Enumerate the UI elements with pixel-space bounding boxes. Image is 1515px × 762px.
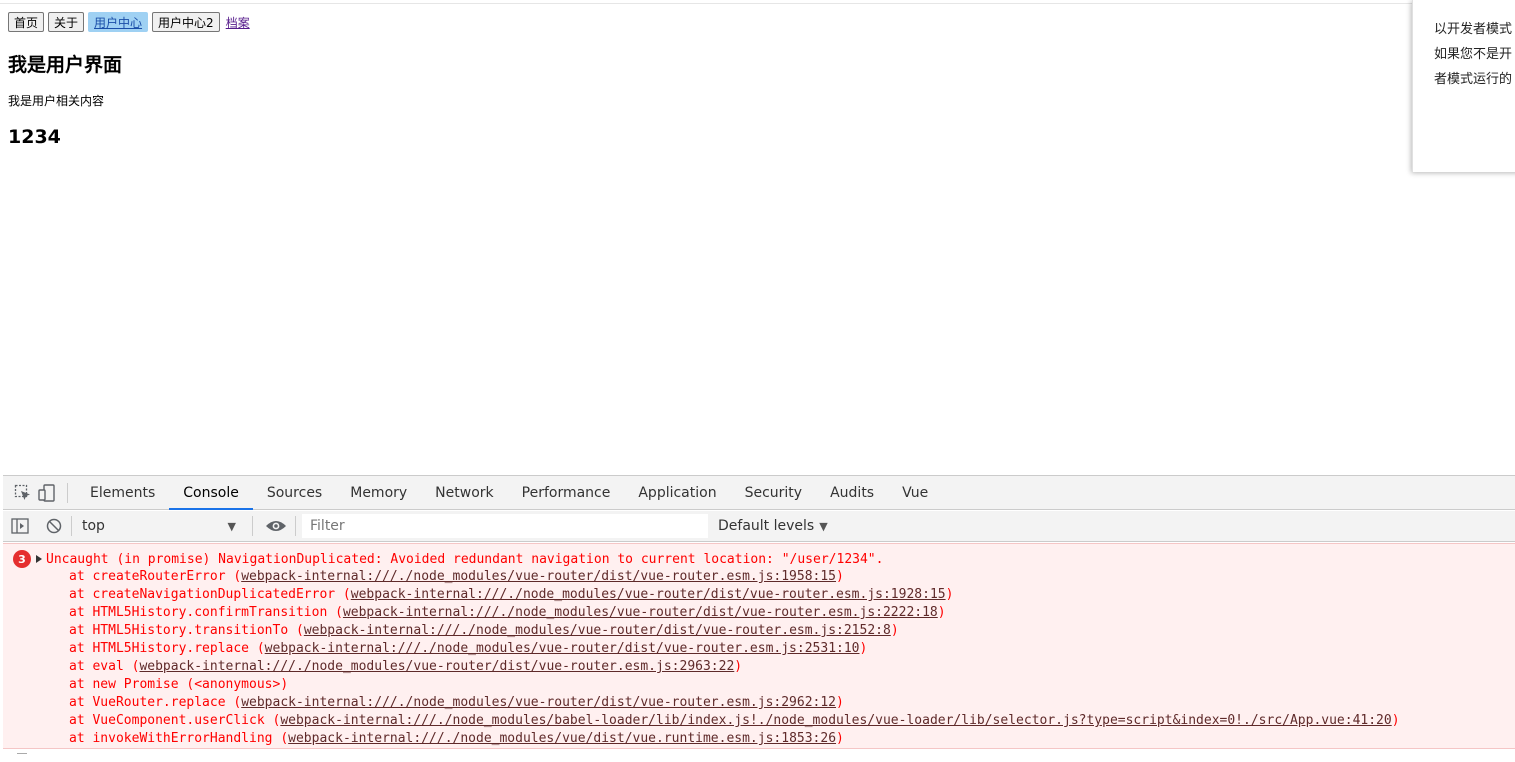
stack-frame-link[interactable]: webpack-internal:///./node_modules/babel… [280, 713, 1391, 728]
context-selector[interactable]: top ▼ [78, 518, 246, 534]
expand-triangle-icon[interactable] [36, 555, 42, 563]
eye-icon[interactable] [263, 515, 289, 537]
clear-console-icon[interactable] [43, 515, 65, 537]
log-levels-dropdown[interactable]: Default levels ▼ [718, 518, 828, 534]
tab-network[interactable]: Network [421, 476, 507, 509]
error-header[interactable]: 3 Uncaught (in promise) NavigationDuplic… [3, 550, 883, 568]
toolbar-divider [252, 516, 253, 536]
home-button[interactable]: 首页 [8, 12, 45, 32]
stack-frame-link[interactable]: webpack-internal:///./node_modules/vue-r… [241, 569, 836, 584]
toolbar-divider [71, 516, 72, 536]
toolbar-divider [295, 516, 296, 536]
nav-bar: 首页 关于 用户中心 用户中心2 档案 [8, 12, 250, 32]
tab-elements[interactable]: Elements [76, 476, 169, 509]
stack-frame-paren: ) [890, 623, 899, 638]
stack-frame-link[interactable]: webpack-internal:///./node_modules/vue-r… [265, 641, 860, 656]
error-count-badge: 3 [13, 550, 31, 568]
about-button[interactable]: 关于 [48, 12, 85, 32]
stack-frame-caller: at HTML5History.confirmTransition ( [69, 605, 343, 620]
stack-frame-link[interactable]: webpack-internal:///./node_modules/vue-r… [304, 623, 891, 638]
stack-frame: at invokeWithErrorHandling (webpack-inte… [69, 730, 1400, 748]
devtools-panel: Elements Console Sources Memory Network Perfo… [3, 475, 1515, 761]
stack-frame: at new Promise (<anonymous>) [69, 676, 1400, 694]
page-title: 我是用户界面 [8, 54, 123, 76]
console-output: 3 Uncaught (in promise) NavigationDuplic… [3, 543, 1515, 762]
stack-frame-paren: ) [836, 731, 844, 746]
stack-frame-paren: ) [945, 587, 954, 602]
stack-frame-paren: ) [734, 659, 743, 674]
stack-frame-link[interactable]: webpack-internal:///./node_modules/vue-r… [139, 659, 734, 674]
user-id-heading: 1234 [8, 126, 61, 148]
stack-frame-caller: at createRouterError ( [69, 569, 242, 584]
filter-input[interactable] [302, 514, 708, 538]
stack-frame: at createNavigationDuplicatedError (webp… [69, 586, 1400, 604]
stack-frame-paren: ) [937, 605, 946, 620]
stack-frame-caller: at VueComponent.userClick ( [69, 713, 281, 728]
device-toolbar-icon[interactable] [35, 476, 59, 510]
dropdown-arrow-icon: ▼ [227, 519, 236, 533]
stack-frame: at HTML5History.confirmTransition (webpa… [69, 604, 1400, 622]
stack-frame-caller: at HTML5History.replace ( [69, 641, 265, 656]
stack-frame: at createRouterError (webpack-internal:/… [69, 568, 1400, 586]
toolbar-divider [67, 482, 68, 503]
tab-sources[interactable]: Sources [253, 476, 336, 509]
dev-mode-notice: 以开发者模式 如果您不是开 者模式运行的 [1412, 0, 1515, 172]
tab-audits[interactable]: Audits [816, 476, 888, 509]
stack-trace: at createRouterError (webpack-internal:/… [69, 568, 1400, 748]
user-center2-button[interactable]: 用户中心2 [152, 12, 220, 32]
console-toolbar: top ▼ Default levels ▼ [3, 511, 1515, 542]
log-levels-label: Default levels [718, 518, 815, 534]
stack-frame-caller: at new Promise (<anonymous>) [69, 677, 289, 692]
notice-line: 者模式运行的 [1434, 72, 1513, 87]
browser-page: 首页 关于 用户中心 用户中心2 档案 我是用户界面 我是用户相关内容 1234… [0, 0, 1515, 474]
sidebar-toggle-icon[interactable] [9, 515, 31, 537]
tab-security[interactable]: Security [731, 476, 817, 509]
stack-frame-link[interactable]: webpack-internal:///./node_modules/vue-r… [241, 695, 836, 710]
stack-frame-caller: at invokeWithErrorHandling ( [69, 731, 289, 746]
profile-link[interactable]: 档案 [226, 14, 250, 31]
stack-frame: at HTML5History.replace (webpack-interna… [69, 640, 1400, 658]
error-text: Uncaught (in promise) NavigationDuplicat… [46, 551, 884, 567]
stack-frame-link[interactable]: webpack-internal:///./node_modules/vue-r… [351, 587, 946, 602]
console-prompt-caret[interactable] [17, 753, 27, 756]
error-message-block[interactable]: 3 Uncaught (in promise) NavigationDuplic… [3, 543, 1515, 749]
stack-frame-paren: ) [1391, 713, 1400, 728]
stack-frame-paren: ) [859, 641, 868, 656]
notice-line: 以开发者模式 [1434, 22, 1513, 37]
top-divider [0, 3, 1412, 4]
context-value: top [82, 518, 105, 534]
stack-frame-caller: at HTML5History.transitionTo ( [69, 623, 304, 638]
tab-console[interactable]: Console [169, 476, 253, 510]
stack-frame-paren: ) [836, 695, 844, 710]
tab-performance[interactable]: Performance [508, 476, 625, 509]
stack-frame-link[interactable]: webpack-internal:///./node_modules/vue-r… [343, 605, 938, 620]
tab-vue[interactable]: Vue [888, 476, 942, 509]
stack-frame-link[interactable]: webpack-internal:///./node_modules/vue/d… [288, 731, 836, 746]
stack-frame: at VueComponent.userClick (webpack-inter… [69, 712, 1400, 730]
stack-frame-caller: at createNavigationDuplicatedError ( [69, 587, 351, 602]
inspect-element-icon[interactable] [11, 476, 35, 510]
devtools-tabs: Elements Console Sources Memory Network Perfo… [76, 476, 942, 510]
page-content: 我是用户相关内容 [8, 94, 105, 108]
stack-frame-caller: at VueRouter.replace ( [69, 695, 242, 710]
stack-frame: at HTML5History.transitionTo (webpack-in… [69, 622, 1400, 640]
dropdown-arrow-icon: ▼ [819, 519, 828, 533]
stack-frame-paren: ) [836, 569, 844, 584]
user-center-button[interactable]: 用户中心 [88, 12, 149, 32]
tab-memory[interactable]: Memory [336, 476, 421, 509]
stack-frame: at VueRouter.replace (webpack-internal:/… [69, 694, 1400, 712]
tab-application[interactable]: Application [624, 476, 730, 509]
devtools-tabbar: Elements Console Sources Memory Network Perfo… [3, 476, 1515, 510]
stack-frame: at eval (webpack-internal:///./node_modu… [69, 658, 1400, 676]
stack-frame-caller: at eval ( [69, 659, 140, 674]
notice-line: 如果您不是开 [1434, 47, 1513, 62]
